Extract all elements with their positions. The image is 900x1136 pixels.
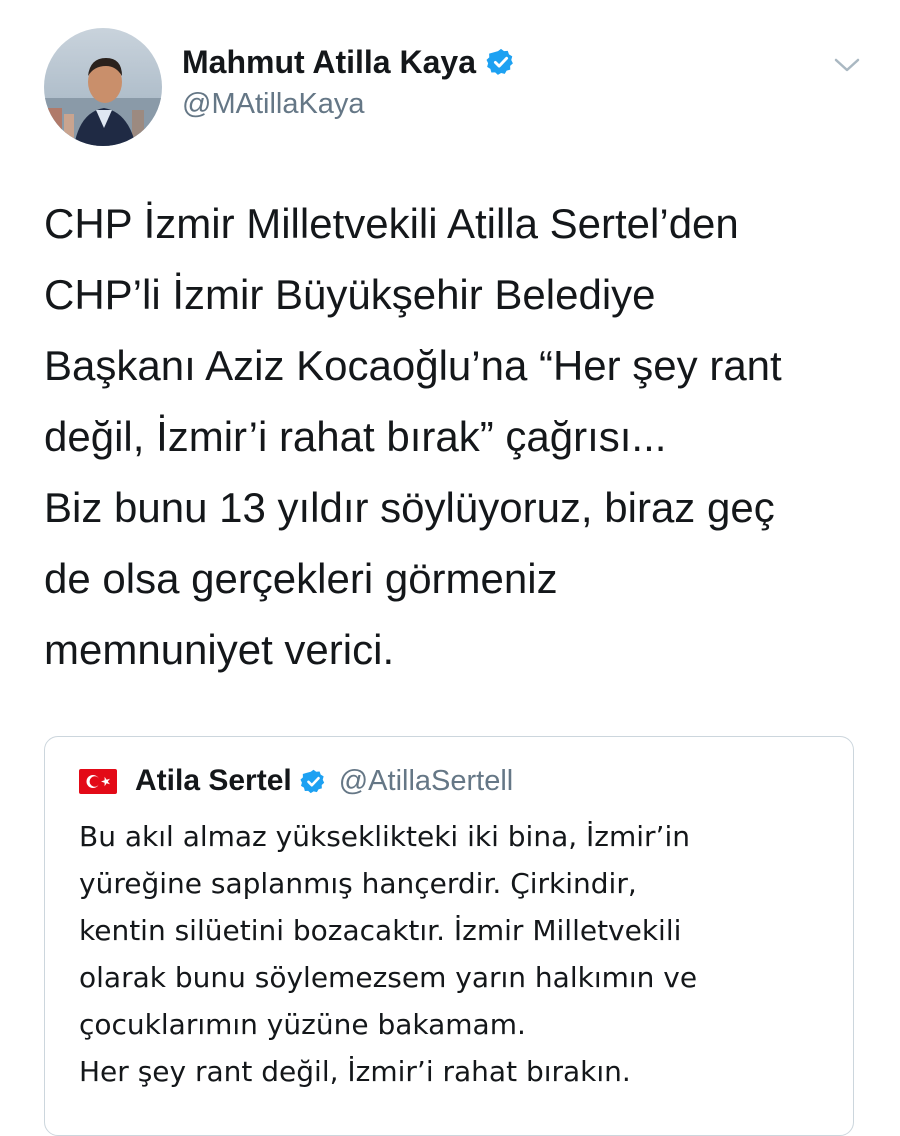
tweet-text: CHP İzmir Milletvekili Atilla Sertel’den… (44, 188, 874, 685)
tweet-text-line: Biz bunu 13 yıldır söylüyoruz, biraz geç (44, 484, 775, 531)
quoted-author-name[interactable]: Atila Sertel (135, 764, 292, 798)
tweet-text-line: değil, İzmir’i rahat bırak” çağrısı... (44, 413, 667, 460)
turkey-flag-icon (79, 768, 117, 794)
verified-badge-icon (300, 768, 327, 795)
author-name-row: Mahmut Atilla Kaya (182, 40, 516, 84)
author-handle[interactable]: @MAtillaKaya (182, 88, 516, 121)
quoted-text-line: olarak bunu söylemezsem yarın halkımın v… (79, 961, 698, 994)
tweet-text-line: memnuniyet verici. (44, 626, 395, 673)
quoted-tweet-header: Atila Sertel @AtillaSertell (79, 763, 513, 799)
author-name[interactable]: Mahmut Atilla Kaya (182, 44, 476, 81)
tweet-text-line: CHP’li İzmir Büyükşehir Belediye (44, 271, 656, 318)
quoted-tweet-text: Bu akıl almaz yükseklikteki iki bina, İz… (79, 813, 839, 1095)
quoted-text-line: kentin silüetini bozacaktır. İzmir Mille… (79, 914, 682, 947)
verified-badge-icon (486, 47, 516, 77)
quoted-text-line: çocuklarımın yüzüne bakamam. (79, 1008, 526, 1041)
tweet-text-line: de olsa gerçekleri görmeniz (44, 555, 558, 602)
chevron-down-icon[interactable] (832, 52, 862, 78)
tweet-text-line: CHP İzmir Milletvekili Atilla Sertel’den (44, 200, 739, 247)
quoted-text-line: Her şey rant değil, İzmir’i rahat bırakı… (79, 1055, 631, 1088)
quoted-text-line: yüreğine saplanmış hançerdir. Çirkindir, (79, 867, 637, 900)
tweet-text-line: Başkanı Aziz Kocaoğlu’na “Her şey rant (44, 342, 782, 389)
quoted-tweet[interactable]: Atila Sertel @AtillaSertell Bu akıl alma… (44, 736, 854, 1136)
avatar[interactable] (44, 28, 162, 146)
quoted-author-handle[interactable]: @AtillaSertell (339, 765, 514, 798)
tweet-author: Mahmut Atilla Kaya @MAtillaKaya (182, 40, 516, 121)
quoted-text-line: Bu akıl almaz yükseklikteki iki bina, İz… (79, 820, 690, 853)
